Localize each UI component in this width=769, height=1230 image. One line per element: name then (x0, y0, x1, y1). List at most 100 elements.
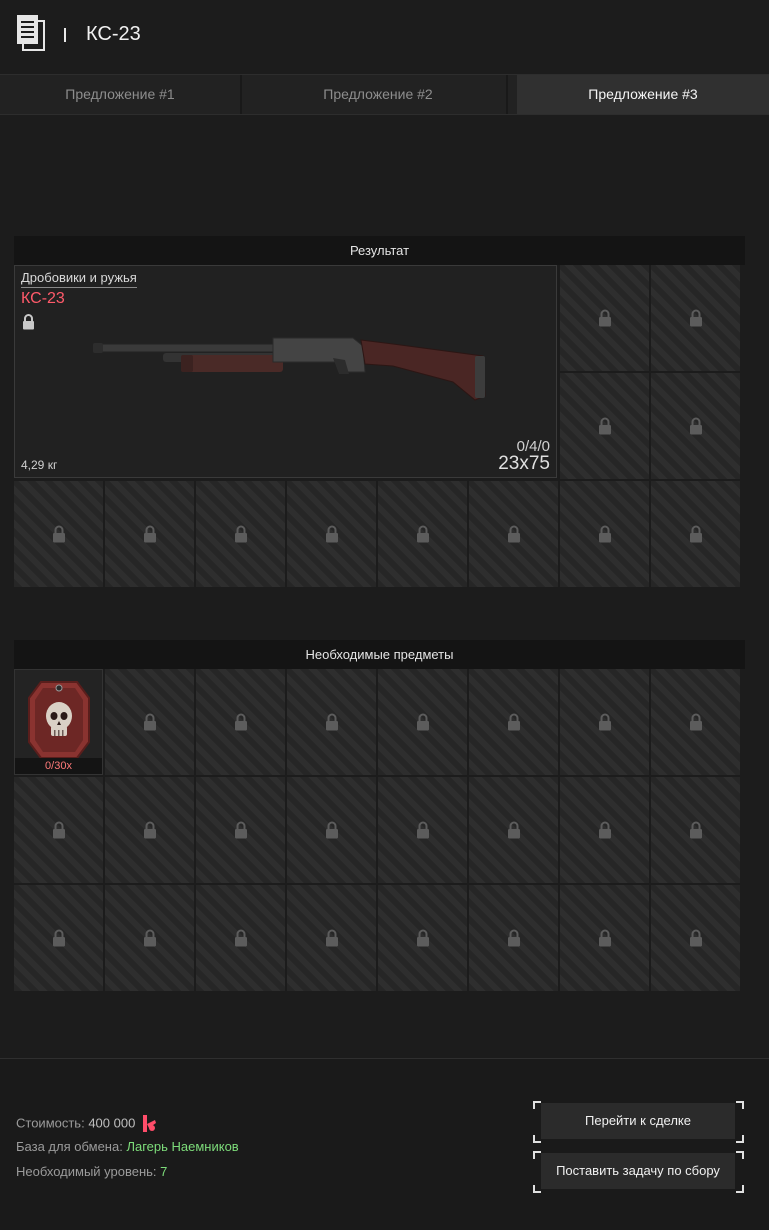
lock-icon (325, 525, 338, 543)
item-caliber: 23x75 (498, 453, 550, 474)
locked-slot (469, 481, 558, 587)
locked-slot (560, 373, 649, 479)
locked-slot (469, 885, 558, 991)
locked-slot (560, 265, 649, 371)
locked-slot (651, 373, 740, 479)
required-level-row: Необходимый уровень: 7 (16, 1164, 167, 1179)
lock-icon (143, 713, 156, 731)
ruble-icon (142, 1115, 156, 1132)
button-frame-corner (533, 1185, 541, 1193)
exchange-base-row: База для обмена: Лагерь Наемников (16, 1139, 239, 1154)
lock-icon (234, 821, 247, 839)
lock-icon (689, 929, 702, 947)
button-frame-corner (533, 1101, 541, 1109)
required-item-slot[interactable]: 0/30x (14, 669, 103, 775)
item-category: Дробовики и ружья (21, 270, 137, 288)
header: КС-23 (0, 0, 769, 74)
button-frame-corner (533, 1135, 541, 1143)
tab-offer-2[interactable]: Предложение #2 (250, 75, 506, 114)
required-section-title: Необходимые предметы (14, 640, 745, 669)
lock-icon (234, 713, 247, 731)
locked-slot (196, 669, 285, 775)
header-separator (64, 28, 66, 42)
tab-divider (506, 75, 508, 114)
button-frame-corner (736, 1151, 744, 1159)
locked-slot (560, 885, 649, 991)
lock-icon (143, 525, 156, 543)
set-collection-task-button[interactable]: Поставить задачу по сбору (541, 1153, 735, 1189)
lock-icon (416, 821, 429, 839)
lock-icon (689, 821, 702, 839)
lock-icon (325, 713, 338, 731)
tab-offer-3[interactable]: Предложение #3 (517, 75, 769, 114)
lock-icon (234, 929, 247, 947)
lock-icon (325, 821, 338, 839)
locked-slot (378, 885, 467, 991)
locked-slot (287, 885, 376, 991)
locked-slot (14, 885, 103, 991)
locked-slot (105, 777, 194, 883)
lock-icon (689, 309, 702, 327)
locked-slot (651, 777, 740, 883)
cost-value: 400 000 (88, 1115, 136, 1131)
lock-icon (234, 525, 247, 543)
locked-slot (105, 885, 194, 991)
lock-icon (598, 821, 611, 839)
result-item-card[interactable]: Дробовики и ружья КС-23 4,29 кг 0/4/0 23… (14, 265, 557, 478)
locked-slot (651, 885, 740, 991)
document-icon (17, 15, 45, 51)
lock-icon (416, 929, 429, 947)
lock-icon (507, 929, 520, 947)
locked-slot (378, 669, 467, 775)
cost-row: Стоимость: 400 000 (16, 1114, 157, 1134)
locked-slot (287, 481, 376, 587)
tab-offer-1[interactable]: Предложение #1 (0, 75, 240, 114)
page-title: КС-23 (86, 23, 141, 45)
lock-icon (52, 929, 65, 947)
lock-icon (416, 713, 429, 731)
locked-slot (651, 481, 740, 587)
locked-slot (287, 669, 376, 775)
lock-icon (689, 525, 702, 543)
locked-slot (469, 669, 558, 775)
lock-icon (507, 713, 520, 731)
locked-slot (378, 481, 467, 587)
locked-slot (287, 777, 376, 883)
locked-slot (196, 885, 285, 991)
lock-icon (598, 713, 611, 731)
locked-slot (560, 777, 649, 883)
required-level-value: 7 (160, 1164, 168, 1179)
exchange-base-label: База для обмена: (16, 1139, 123, 1154)
lock-icon (52, 525, 65, 543)
locked-slot (378, 777, 467, 883)
button-frame-corner (736, 1185, 744, 1193)
lock-icon (598, 417, 611, 435)
lock-icon (143, 929, 156, 947)
dogtag-skull-icon (28, 681, 90, 759)
lock-icon (507, 821, 520, 839)
goto-deal-button[interactable]: Перейти к сделке (541, 1103, 735, 1139)
locked-slot (14, 777, 103, 883)
lock-icon (143, 821, 156, 839)
lock-icon (52, 821, 65, 839)
lock-icon (416, 525, 429, 543)
locked-slot (14, 481, 103, 587)
locked-slot (469, 777, 558, 883)
offer-tabs: Предложение #1 Предложение #2 Предложени… (0, 74, 769, 115)
required-level-label: Необходимый уровень: (16, 1164, 157, 1179)
lock-icon (689, 713, 702, 731)
locked-slot (196, 777, 285, 883)
item-weight: 4,29 кг (21, 458, 58, 472)
lock-icon (598, 929, 611, 947)
button-frame-corner (736, 1101, 744, 1109)
button-frame-corner (736, 1135, 744, 1143)
result-section-title: Результат (14, 236, 745, 265)
lock-icon (689, 417, 702, 435)
shotgun-icon (93, 337, 486, 401)
cost-label: Стоимость: (16, 1115, 85, 1131)
exchange-base-value: Лагерь Наемников (126, 1139, 239, 1154)
footer: Стоимость: 400 000 База для обмена: Лаге… (0, 1058, 769, 1230)
locked-slot (105, 481, 194, 587)
locked-slot (651, 669, 740, 775)
locked-slot (105, 669, 194, 775)
